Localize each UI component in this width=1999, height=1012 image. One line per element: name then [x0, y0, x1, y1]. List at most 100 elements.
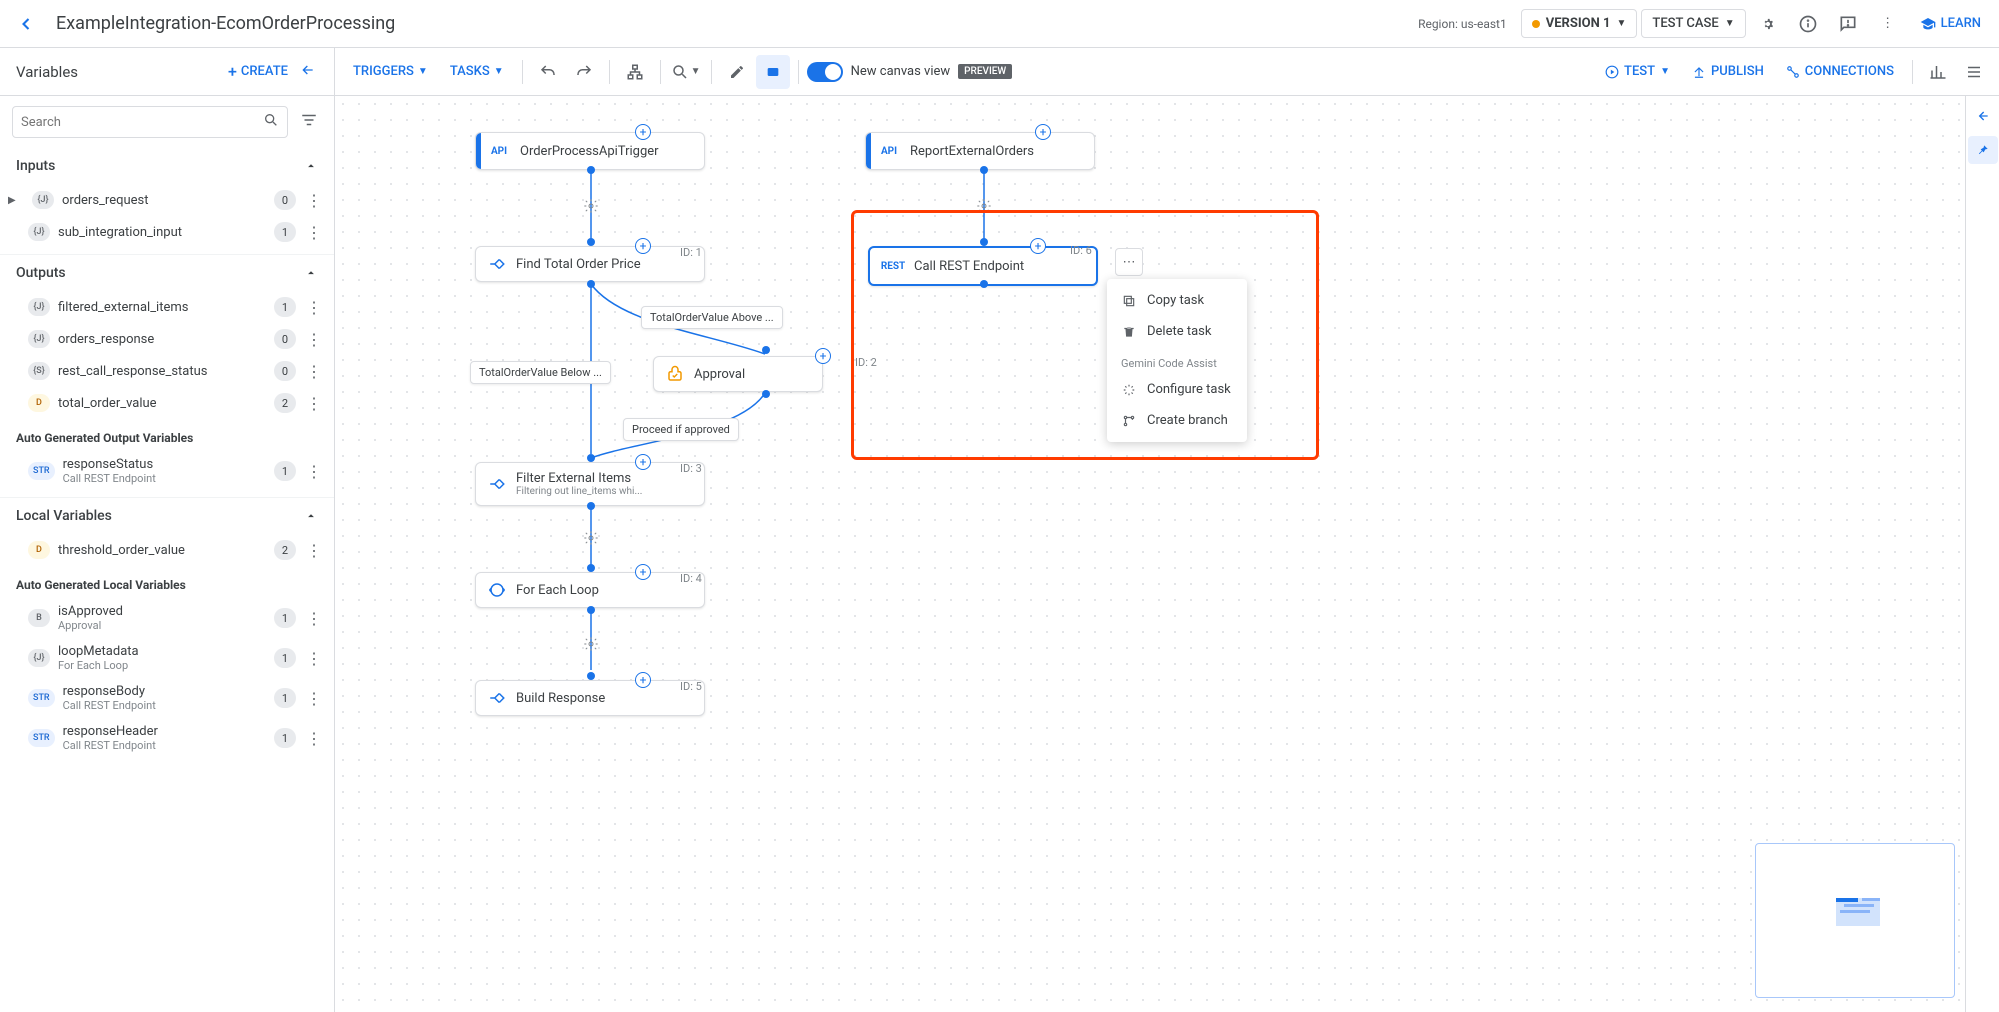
create-variable-button[interactable]: + CREATE	[228, 62, 288, 81]
redo-button[interactable]	[567, 55, 601, 89]
edit-tool[interactable]	[720, 55, 754, 89]
task-context-menu: Copy task Delete task Gemini Code Assist…	[1107, 279, 1247, 442]
zoom-button[interactable]: ▼	[669, 55, 703, 89]
search-icon	[263, 112, 279, 132]
variable-row[interactable]: Dtotal_order_value2⋮	[0, 387, 334, 419]
settings-button[interactable]	[1750, 6, 1786, 42]
trigger-node-api2[interactable]: API ReportExternalOrders	[865, 132, 1095, 170]
filter-button[interactable]	[296, 107, 322, 137]
undo-button[interactable]	[531, 55, 565, 89]
data-mapping-icon	[488, 475, 506, 493]
tasks-dropdown[interactable]: TASKS▼	[440, 58, 514, 85]
auto-output-heading: Auto Generated Output Variables	[0, 419, 334, 451]
add-node-button[interactable]: +	[1035, 124, 1051, 140]
learn-button[interactable]: LEARN	[1910, 10, 1991, 38]
local-section-header[interactable]: Local Variables	[0, 498, 334, 534]
edge-label[interactable]: TotalOrderValue Below ...	[470, 361, 611, 384]
menu-copy-task[interactable]: Copy task	[1107, 285, 1247, 316]
search-input-wrapper[interactable]	[12, 106, 288, 138]
menu-section-label: Gemini Code Assist	[1107, 347, 1247, 374]
variable-row[interactable]: {J}filtered_external_items1⋮	[0, 291, 334, 323]
variable-row[interactable]: ▶ {J} orders_request 0 ⋮	[0, 184, 334, 216]
layout-button[interactable]	[618, 55, 652, 89]
connections-button[interactable]: CONNECTIONS	[1776, 58, 1904, 85]
chevron-up-icon	[304, 509, 318, 523]
more-button[interactable]: ⋮	[1870, 6, 1906, 42]
version-selector[interactable]: VERSION 1 ▼	[1521, 9, 1638, 38]
search-input[interactable]	[21, 115, 263, 130]
variable-row[interactable]: {J} sub_integration_input 1 ⋮	[0, 216, 334, 248]
add-node-button[interactable]: +	[1030, 238, 1046, 254]
task-node-filter[interactable]: Filter External ItemsFiltering out line_…	[475, 462, 705, 506]
auto-local-heading: Auto Generated Local Variables	[0, 566, 334, 598]
trigger-node-api1[interactable]: API OrderProcessApiTrigger	[475, 132, 705, 170]
triggers-dropdown[interactable]: TRIGGERS▼	[343, 58, 438, 85]
menu-create-branch[interactable]: Create branch	[1107, 405, 1247, 436]
minimap[interactable]	[1755, 843, 1955, 998]
copy-icon	[1121, 294, 1137, 308]
gear-icon[interactable]	[974, 196, 994, 216]
variable-row[interactable]: STRresponseHeaderCall REST Endpoint1⋮	[0, 718, 334, 758]
task-node-find-total[interactable]: Find Total Order Price	[475, 246, 705, 282]
expand-icon[interactable]: ▶	[8, 195, 24, 206]
variable-row[interactable]: {J}orders_response0⋮	[0, 323, 334, 355]
variable-row[interactable]: Dthreshold_order_value2⋮	[0, 534, 334, 566]
version-label: VERSION 1	[1546, 16, 1611, 31]
canvas-right-rail	[1965, 96, 1999, 1012]
inputs-section-header[interactable]: Inputs	[0, 148, 334, 184]
add-node-button[interactable]: +	[635, 238, 651, 254]
logs-button[interactable]	[1957, 55, 1991, 89]
gear-icon[interactable]	[581, 196, 601, 216]
chevron-up-icon	[304, 159, 318, 173]
select-tool[interactable]	[756, 55, 790, 89]
test-button[interactable]: TEST▼	[1595, 58, 1680, 85]
variable-row[interactable]: {J}loopMetadataFor Each Loop1⋮	[0, 638, 334, 678]
canvas[interactable]: API OrderProcessApiTrigger + API ReportE…	[335, 96, 1999, 1012]
task-node-approval[interactable]: Approval	[653, 356, 823, 392]
node-id: ID: 5	[680, 680, 702, 693]
gear-icon[interactable]	[581, 528, 601, 548]
menu-delete-task[interactable]: Delete task	[1107, 316, 1247, 347]
gear-icon[interactable]	[581, 634, 601, 654]
add-node-button[interactable]: +	[815, 348, 831, 364]
canvas-view-toggle[interactable]	[807, 62, 843, 82]
analytics-button[interactable]	[1921, 55, 1955, 89]
add-node-button[interactable]: +	[635, 454, 651, 470]
task-node-build-response[interactable]: Build Response	[475, 680, 705, 716]
info-button[interactable]	[1790, 6, 1826, 42]
back-button[interactable]	[8, 6, 44, 42]
configure-icon	[1121, 383, 1137, 397]
data-mapping-icon	[488, 689, 506, 707]
edge-label[interactable]: Proceed if approved	[623, 418, 739, 441]
variable-row[interactable]: {S}rest_call_response_status0⋮	[0, 355, 334, 387]
chevron-down-icon: ▼	[1725, 18, 1735, 29]
variable-row[interactable]: BisApprovedApproval1⋮	[0, 598, 334, 638]
app-header: ExampleIntegration-EcomOrderProcessing R…	[0, 0, 1999, 48]
preview-badge: PREVIEW	[958, 64, 1012, 79]
add-node-button[interactable]: +	[635, 124, 651, 140]
node-more-button[interactable]: ⋯	[1115, 248, 1143, 276]
variable-more-button[interactable]: ⋮	[304, 191, 324, 210]
variable-more-button[interactable]: ⋮	[304, 223, 324, 242]
edge-label[interactable]: TotalOrderValue Above ...	[641, 306, 783, 329]
rest-icon: REST	[882, 256, 904, 276]
collapse-sidebar-button[interactable]	[294, 56, 322, 88]
node-id: ID: 3	[680, 462, 702, 475]
task-node-foreach[interactable]: For Each Loop	[475, 572, 705, 608]
publish-button[interactable]: PUBLISH	[1682, 58, 1774, 85]
feedback-button[interactable]	[1830, 6, 1866, 42]
outputs-section-header[interactable]: Outputs	[0, 255, 334, 291]
canvas-view-label: New canvas view	[851, 64, 951, 79]
add-node-button[interactable]: +	[635, 564, 651, 580]
add-node-button[interactable]: +	[635, 672, 651, 688]
variable-row[interactable]: STR responseStatusCall REST Endpoint 1⋮	[0, 451, 334, 491]
menu-configure-task[interactable]: Configure task	[1107, 374, 1247, 405]
pin-button[interactable]	[1968, 136, 1998, 164]
node-id: ID: 1	[680, 246, 702, 259]
testcase-selector[interactable]: TEST CASE ▼	[1641, 9, 1745, 38]
variable-row[interactable]: STRresponseBodyCall REST Endpoint1⋮	[0, 678, 334, 718]
testcase-label: TEST CASE	[1652, 16, 1718, 31]
variables-sidebar: Inputs ▶ {J} orders_request 0 ⋮ {J} sub_…	[0, 96, 335, 1012]
expand-rail-button[interactable]	[1969, 102, 1997, 130]
learn-label: LEARN	[1941, 16, 1981, 31]
